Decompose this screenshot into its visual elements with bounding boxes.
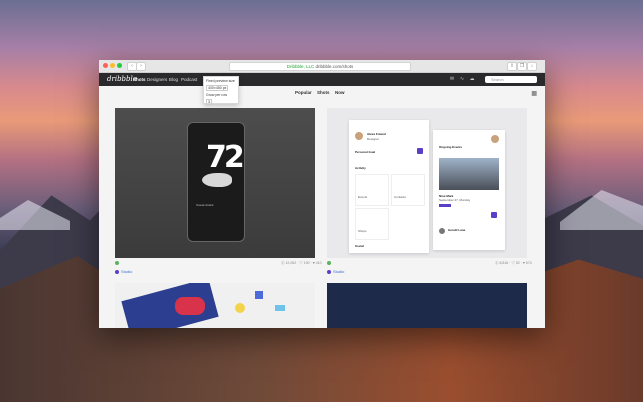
illustration-shape bbox=[255, 291, 263, 299]
phone-mockup: 72 Sneak Attack bbox=[187, 122, 245, 242]
nav-item-shots[interactable]: Shots bbox=[133, 77, 146, 82]
guest-name: Gerald Lane bbox=[448, 228, 466, 232]
tabs-icon[interactable]: ❐ bbox=[517, 62, 527, 71]
profile-role: Designer bbox=[367, 137, 380, 141]
shot-thumbnail[interactable] bbox=[115, 283, 315, 328]
tile[interactable]: Events bbox=[355, 174, 389, 206]
profile-name: Alexa Foland bbox=[367, 132, 386, 136]
time-filter[interactable]: Now bbox=[335, 90, 345, 95]
secure-label: Dribbble, LLC bbox=[286, 64, 315, 69]
section-title: Social bbox=[355, 244, 364, 248]
mail-icon[interactable]: ✉ bbox=[449, 76, 455, 82]
close-button[interactable] bbox=[103, 63, 108, 68]
tag-icon bbox=[327, 261, 331, 265]
shot-stats: Ⓒ 12,052 · ♡ 190 · ♥ 410 bbox=[281, 261, 322, 265]
site-navbar: dribbble Shots Designers Blog Podcast ✉ … bbox=[99, 73, 545, 86]
tile-label: Contacts bbox=[394, 195, 406, 199]
nav-item-podcast[interactable]: Podcast bbox=[181, 77, 197, 82]
author-name: Studio bbox=[333, 269, 345, 274]
browser-window: ‹ › Dribbble, LLC dribbble.com/shots ⇧ ❐… bbox=[99, 60, 545, 328]
preview-size-value[interactable]: 400×450 px bbox=[206, 85, 229, 91]
section-title: Activity bbox=[355, 166, 366, 170]
browser-titlebar: ‹ › Dribbble, LLC dribbble.com/shots ⇧ ❐… bbox=[99, 60, 545, 73]
illustration-shape bbox=[235, 303, 245, 313]
author-name: Studio bbox=[121, 269, 133, 274]
event-date: September 27, Monday bbox=[439, 198, 471, 202]
type-filter[interactable]: Shots bbox=[317, 90, 330, 95]
search-placeholder: Search bbox=[491, 77, 504, 82]
sort-filter[interactable]: Popular bbox=[295, 90, 312, 95]
phone-caption: Sneak Attack bbox=[196, 203, 214, 207]
tile-label: Shops bbox=[358, 229, 367, 233]
illustration-shape bbox=[275, 305, 285, 311]
avatar bbox=[115, 269, 119, 274]
grow-count-value[interactable]: 3 bbox=[206, 99, 212, 105]
shot-thumbnail[interactable] bbox=[327, 283, 527, 328]
popover-label: Fixed preview size bbox=[206, 79, 235, 83]
activity-icon[interactable]: ∿ bbox=[459, 76, 465, 82]
add-button[interactable] bbox=[491, 212, 497, 218]
profile-card: Alexa Foland Designer Personal Goal Acti… bbox=[349, 120, 429, 253]
events-title: Ongoing Events bbox=[439, 145, 463, 149]
event-badge bbox=[439, 204, 451, 207]
popover-label-2: Grow per row bbox=[206, 93, 228, 97]
phone-number-art: 72 bbox=[206, 140, 244, 175]
avatar bbox=[355, 132, 363, 140]
filter-bar: Popular Shots Now ▦ bbox=[99, 89, 545, 97]
add-button[interactable] bbox=[417, 148, 423, 154]
share-icon[interactable]: ⇧ bbox=[507, 62, 517, 71]
illustration-shape bbox=[175, 297, 205, 315]
search-input[interactable]: Search bbox=[485, 76, 537, 83]
tile[interactable]: Contacts bbox=[391, 174, 425, 206]
grid-view-icon[interactable]: ▦ bbox=[531, 90, 537, 97]
shot-thumbnail[interactable]: 72 Sneak Attack bbox=[115, 108, 315, 258]
preview-size-popover: Fixed preview size 400×450 px Grow per r… bbox=[203, 76, 239, 105]
shot-thumbnail[interactable]: Alexa Foland Designer Personal Goal Acti… bbox=[327, 108, 527, 258]
tile[interactable]: Shops bbox=[355, 208, 389, 240]
nav-item-designers[interactable]: Designers bbox=[147, 77, 167, 82]
download-icon[interactable]: ↓ bbox=[527, 62, 537, 71]
avatar bbox=[491, 135, 499, 143]
upload-icon[interactable]: ☁ bbox=[469, 76, 475, 82]
bird-illustration bbox=[202, 173, 232, 187]
url-text: dribbble.com/shots bbox=[315, 64, 354, 69]
section-title: Personal Goal bbox=[355, 150, 376, 154]
forward-button[interactable]: › bbox=[136, 62, 146, 71]
avatar bbox=[439, 228, 445, 234]
address-bar[interactable]: Dribbble, LLC dribbble.com/shots bbox=[229, 62, 411, 71]
nav-item-blog[interactable]: Blog bbox=[169, 77, 178, 82]
tag-icon bbox=[115, 261, 119, 265]
tile-label: Events bbox=[358, 195, 368, 199]
avatar bbox=[327, 269, 331, 274]
shot-author[interactable]: Studio bbox=[115, 269, 132, 274]
shot-author[interactable]: Studio bbox=[327, 269, 344, 274]
events-card: Ongoing Events Nine Mark September 27, M… bbox=[433, 130, 505, 250]
minimize-button[interactable] bbox=[110, 63, 115, 68]
event-image bbox=[439, 158, 499, 190]
zoom-button[interactable] bbox=[117, 63, 122, 68]
shot-stats: Ⓒ 8,816 · ♡ 52 · ♥ 574 bbox=[495, 261, 532, 265]
